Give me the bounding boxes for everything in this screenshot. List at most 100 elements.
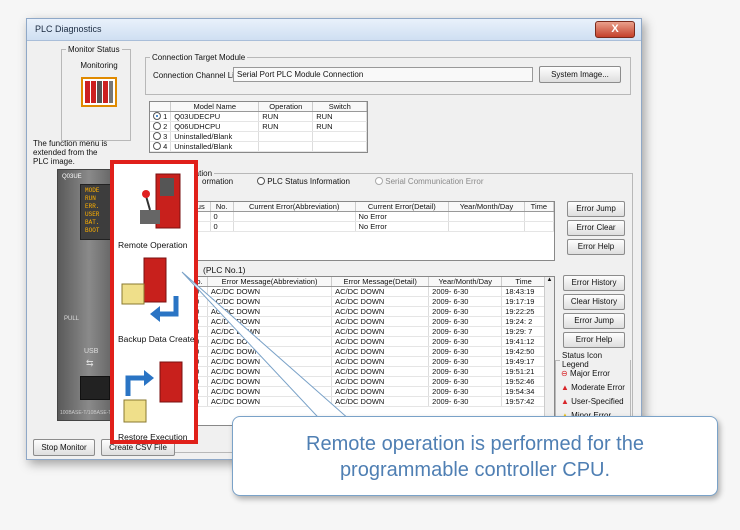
history-cell-time: 19:41:12 (501, 336, 546, 347)
system-image-button[interactable]: System Image... (539, 66, 621, 83)
tab-plc-status-label: PLC Status Information (267, 177, 350, 186)
radio-button[interactable] (153, 142, 161, 150)
callout-pointer (181, 271, 351, 431)
model-switch: RUN (312, 121, 368, 132)
history-cell-date: 2009- 6-30 (428, 296, 503, 307)
moderate-error-icon: ▲ (561, 383, 569, 392)
plc-led-label: USER (85, 211, 100, 218)
history-cell-date: 2009- 6-30 (428, 326, 503, 337)
history-cell-date: 2009- 6-30 (428, 306, 503, 317)
major-error-icon: ⊖ (561, 369, 568, 378)
model-switch (312, 141, 368, 152)
legend-major-error: ⊖ Major Error (561, 369, 610, 378)
callout-text: Remote operation is performed for the pr… (306, 433, 644, 481)
monitoring-status-text: Monitoring (80, 61, 118, 70)
current-error-detail: No Error (355, 221, 450, 232)
stop-monitor-button[interactable]: Stop Monitor (33, 439, 95, 456)
history-cell-date: 2009- 6-30 (428, 376, 503, 387)
plc-led-label: MODE (85, 187, 100, 194)
radio-button[interactable] (153, 122, 161, 130)
scroll-up-icon[interactable]: ▲ (545, 277, 554, 283)
history-col-header: Year/Month/Day (428, 277, 503, 287)
model-col-header: Operation (258, 102, 314, 112)
plc-led-label: RUN (85, 195, 96, 202)
tab-serial-error[interactable]: Serial Communication Error (375, 177, 484, 186)
model-name: Uninstalled/Blank (170, 141, 260, 152)
current-error-date (448, 211, 525, 222)
radio-button[interactable] (153, 132, 161, 140)
history-cell-time: 19:29: 7 (501, 326, 546, 337)
plc-module-label: Q03UE (62, 174, 82, 180)
current-error-col-header: Current Error(Detail) (355, 202, 450, 212)
current-error-col-header: No. (210, 202, 234, 212)
radio-button[interactable] (375, 177, 383, 185)
popup-item-remote-operation[interactable]: Remote Operation (118, 240, 187, 250)
model-name: Q03UDECPU (170, 111, 260, 122)
remote-operation-icon[interactable] (138, 172, 184, 232)
table-row[interactable]: 0 No Error (192, 221, 555, 232)
model-row[interactable]: 3 Uninstalled/Blank (150, 131, 368, 142)
history-cell-date: 2009- 6-30 (428, 366, 503, 377)
popup-item-restore-execution[interactable]: Restore Execution (118, 432, 187, 442)
current-error-table: us No. Current Error(Abbreviation) Curre… (192, 202, 555, 232)
connection-target-legend: Connection Target Module (152, 53, 246, 62)
plc-led-label: ERR. (85, 203, 100, 210)
error-clear-button[interactable]: Error Clear (567, 220, 625, 236)
row-number: 1 (163, 112, 168, 121)
error-jump-button[interactable]: Error Jump (567, 201, 625, 217)
plc-pull-label: PULL (64, 316, 80, 322)
row-number: 3 (163, 132, 168, 141)
current-error-col-header: Year/Month/Day (448, 202, 525, 212)
current-error-time (524, 221, 555, 232)
model-col-header: Model Name (170, 102, 260, 112)
history-error-help-button[interactable]: Error Help (563, 332, 625, 348)
tab-error-information[interactable]: ormation (202, 177, 233, 186)
history-scrollbar[interactable]: ▲ (544, 277, 554, 425)
current-error-table-container: us No. Current Error(Abbreviation) Curre… (191, 201, 555, 261)
error-help-button[interactable]: Error Help (567, 239, 625, 255)
history-cell-date: 2009- 6-30 (428, 336, 503, 347)
history-cell-time: 19:54:34 (501, 386, 546, 397)
model-row[interactable]: 1 Q03UDECPU RUN RUN (150, 111, 368, 122)
user-specified-icon: ▲ (561, 397, 569, 406)
close-button[interactable]: X (595, 21, 635, 38)
radio-button[interactable] (257, 177, 265, 185)
current-error-time (524, 211, 555, 222)
history-cell-time: 19:49:17 (501, 356, 546, 367)
connection-channel-field: Serial Port PLC Module Connection (233, 67, 533, 82)
screenshot-stage: PLC Diagnostics X Monitor Status Monitor… (0, 0, 740, 530)
title-bar: PLC Diagnostics X (27, 19, 641, 41)
model-operation (258, 131, 314, 142)
ethernet-port-icon (80, 376, 110, 400)
table-row[interactable]: 0 No Error (192, 211, 555, 222)
current-error-date (448, 221, 525, 232)
history-error-jump-button[interactable]: Error Jump (563, 313, 625, 329)
model-switch: RUN (312, 111, 368, 122)
history-cell-time: 19:24: 2 (501, 316, 546, 327)
model-row[interactable]: 4 Uninstalled/Blank (150, 141, 368, 152)
history-cell-time: 18:43:19 (501, 286, 546, 297)
model-row[interactable]: 2 Q06UDHCPU RUN RUN (150, 121, 368, 132)
radio-button[interactable] (153, 112, 161, 120)
tab-serial-error-label: Serial Communication Error (385, 177, 484, 186)
plc-led-label: BAT. (85, 219, 100, 226)
row-number: 4 (163, 142, 168, 151)
status-icon-legend-title: Status Icon Legend (562, 351, 603, 369)
model-table: Model Name Operation Switch 1 Q03UDECPU … (150, 102, 368, 152)
history-cell-time: 19:22:25 (501, 306, 546, 317)
model-switch (312, 131, 368, 142)
model-col-header: Switch (312, 102, 368, 112)
tab-plc-status[interactable]: PLC Status Information (257, 177, 350, 186)
history-cell-time: 19:51:21 (501, 366, 546, 377)
monitor-status-legend: Monitor Status (68, 45, 120, 54)
history-cell-time: 19:17:19 (501, 296, 546, 307)
error-history-button[interactable]: Error History (563, 275, 625, 291)
current-error-abbr (233, 221, 356, 232)
model-col-header (150, 102, 172, 112)
side-note: The function menu is extended from the P… (33, 139, 108, 166)
plc-usb-label: USB (84, 348, 99, 355)
window-title: PLC Diagnostics (35, 24, 102, 34)
current-error-no: 0 (210, 211, 234, 222)
legend-label: Major Error (569, 369, 610, 378)
clear-history-button[interactable]: Clear History (563, 294, 625, 310)
